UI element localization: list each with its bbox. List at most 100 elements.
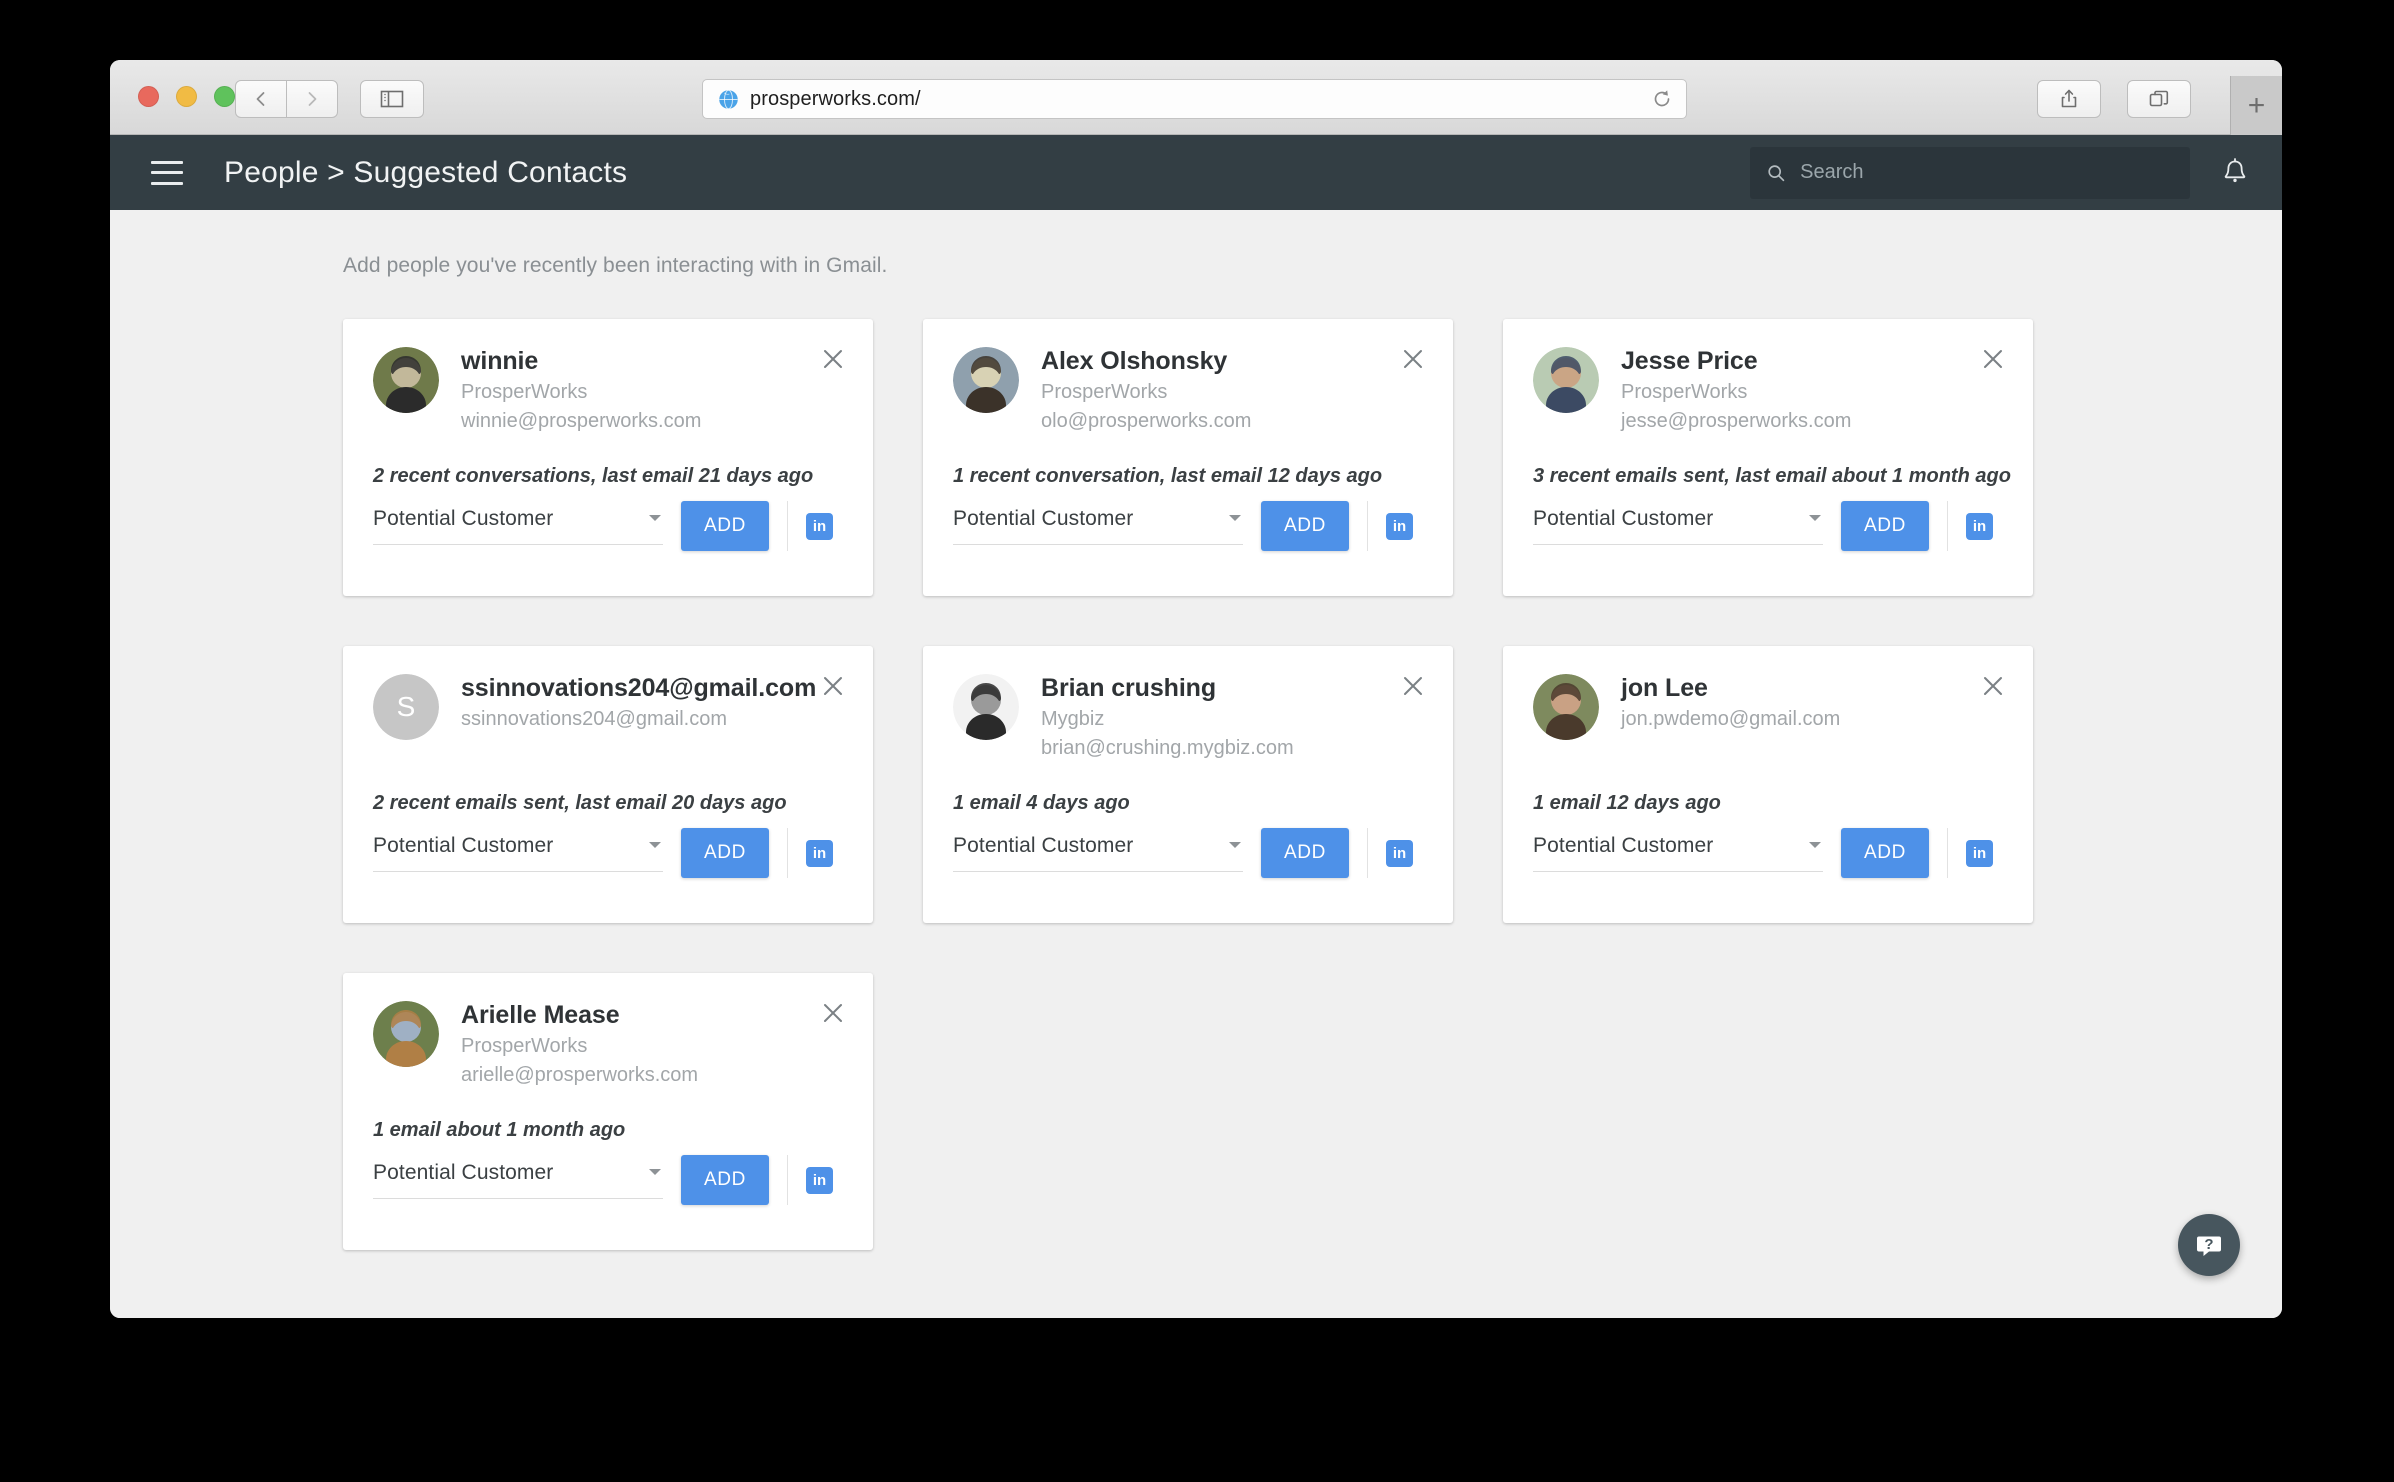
- close-icon: [824, 677, 842, 695]
- add-contact-button[interactable]: ADD: [1841, 501, 1929, 551]
- notifications-bell-icon[interactable]: [2220, 157, 2250, 189]
- contact-identity: Arielle Mease ProsperWorks arielle@prosper…: [461, 1001, 698, 1087]
- reload-button[interactable]: [1648, 85, 1676, 113]
- footer-divider: [1367, 828, 1368, 878]
- relationship-select[interactable]: Potential Customer: [1533, 507, 1823, 545]
- contact-name: winnie: [461, 347, 539, 375]
- card-header: jon Lee jon.pwdemo@gmail.com: [1533, 674, 2003, 740]
- relationship-select[interactable]: Potential Customer: [953, 834, 1243, 872]
- add-contact-button[interactable]: ADD: [1261, 828, 1349, 878]
- linkedin-icon[interactable]: in: [1386, 512, 1413, 540]
- contact-email: olo@prosperworks.com: [1041, 410, 1252, 432]
- relationship-select-value: Potential Customer: [1533, 834, 1714, 857]
- contact-identity: ssinnovations204@gmail.com ssinnovations2…: [461, 674, 816, 731]
- contact-identity: jon Lee jon.pwdemo@gmail.com: [1621, 674, 1840, 731]
- linkedin-icon[interactable]: in: [806, 1166, 833, 1194]
- linkedin-icon[interactable]: in: [806, 839, 833, 867]
- dismiss-card-button[interactable]: [1979, 672, 2007, 700]
- close-icon: [824, 1004, 842, 1022]
- contact-name: Brian crushing: [1041, 674, 1217, 702]
- add-contact-button[interactable]: ADD: [681, 501, 769, 551]
- forward-button[interactable]: [286, 80, 338, 118]
- card-header: Brian crushing Mygbiz brian@crushing.mygbi…: [953, 674, 1423, 760]
- contact-company: ProsperWorks: [461, 381, 588, 403]
- help-chat-icon: ?: [2197, 1236, 2221, 1256]
- dismiss-card-button[interactable]: [819, 999, 847, 1027]
- app-header: People > Suggested Contacts: [110, 135, 2282, 210]
- avatar: [1533, 347, 1599, 413]
- close-window-button[interactable]: [138, 86, 159, 107]
- close-icon: [1404, 677, 1422, 695]
- dismiss-card-button[interactable]: [819, 672, 847, 700]
- relationship-select[interactable]: Potential Customer: [373, 834, 663, 872]
- linkedin-icon[interactable]: in: [1386, 839, 1413, 867]
- footer-divider: [787, 1155, 788, 1205]
- new-tab-button[interactable]: +: [2230, 76, 2282, 135]
- activity-summary: 1 email 4 days ago: [953, 792, 1130, 814]
- relationship-select[interactable]: Potential Customer: [373, 1161, 663, 1199]
- help-button[interactable]: ?: [2178, 1214, 2240, 1276]
- avatar-photo-icon: [373, 347, 439, 413]
- share-button[interactable]: [2037, 80, 2101, 118]
- add-contact-button[interactable]: ADD: [1261, 501, 1349, 551]
- relationship-select[interactable]: Potential Customer: [1533, 834, 1823, 872]
- activity-summary: 2 recent conversations, last email 21 da…: [373, 465, 814, 487]
- relationship-select[interactable]: Potential Customer: [373, 507, 663, 545]
- avatar-photo-icon: [1533, 674, 1599, 740]
- card-header: winnie ProsperWorks winnie@prosperworks.co…: [373, 347, 843, 433]
- relationship-select[interactable]: Potential Customer: [953, 507, 1243, 545]
- contact-name: Arielle Mease: [461, 1001, 620, 1029]
- add-contact-button[interactable]: ADD: [681, 828, 769, 878]
- back-button[interactable]: [235, 80, 287, 118]
- header-right-controls: [1750, 135, 2250, 210]
- bell-icon: [2224, 157, 2246, 182]
- minimize-window-button[interactable]: [176, 86, 197, 107]
- close-icon: [1984, 677, 2002, 695]
- dismiss-card-button[interactable]: [1979, 345, 2007, 373]
- card-footer: Potential Customer ADD in: [373, 1155, 847, 1205]
- relationship-select-value: Potential Customer: [1533, 507, 1714, 530]
- dismiss-card-button[interactable]: [1399, 345, 1427, 373]
- url-bar[interactable]: prosperworks.com/: [702, 79, 1687, 119]
- add-contact-button[interactable]: ADD: [1841, 828, 1929, 878]
- linkedin-icon[interactable]: in: [806, 512, 833, 540]
- linkedin-icon[interactable]: in: [1966, 512, 1993, 540]
- close-icon: [824, 350, 842, 368]
- sidebar-toggle-button[interactable]: [360, 80, 424, 118]
- card-footer: Potential Customer ADD in: [373, 501, 847, 551]
- contact-company: ProsperWorks: [461, 1035, 588, 1057]
- card-header: Jesse Price ProsperWorks jesse@prosperwork…: [1533, 347, 2003, 433]
- contact-name: jon Lee: [1621, 674, 1708, 702]
- sidebar-icon: [380, 90, 404, 108]
- chevron-right-icon: [308, 92, 317, 106]
- dismiss-card-button[interactable]: [1399, 672, 1427, 700]
- search-icon: [1768, 164, 1785, 181]
- maximize-window-button[interactable]: [214, 86, 235, 107]
- footer-divider: [1367, 501, 1368, 551]
- contact-identity: Alex Olshonsky ProsperWorks olo@prosperwor…: [1041, 347, 1251, 433]
- dismiss-card-button[interactable]: [819, 345, 847, 373]
- contact-email: ssinnovations204@gmail.com: [461, 708, 727, 730]
- search-input[interactable]: [1800, 161, 2174, 184]
- contact-identity: winnie ProsperWorks winnie@prosperworks.co…: [461, 347, 701, 433]
- contact-identity: Jesse Price ProsperWorks jesse@prosperwork…: [1621, 347, 1851, 433]
- search-box[interactable]: [1750, 146, 2190, 199]
- footer-divider: [787, 828, 788, 878]
- relationship-select-value: Potential Customer: [953, 507, 1134, 530]
- add-contact-button[interactable]: ADD: [681, 1155, 769, 1205]
- card-footer: Potential Customer ADD in: [373, 828, 847, 878]
- contact-card: Alex Olshonsky ProsperWorks olo@prosperwor…: [923, 319, 1453, 596]
- activity-summary: 1 recent conversation, last email 12 day…: [953, 465, 1383, 487]
- activity-summary: 3 recent emails sent, last email about 1…: [1533, 465, 2011, 487]
- card-footer: Potential Customer ADD in: [953, 828, 1427, 878]
- contact-card: Brian crushing Mygbiz brian@crushing.mygbi…: [923, 646, 1453, 923]
- footer-divider: [1947, 501, 1948, 551]
- chevron-down-icon: [649, 842, 661, 848]
- avatar-photo-icon: [1533, 347, 1599, 413]
- hamburger-menu-icon[interactable]: [151, 160, 183, 185]
- linkedin-icon[interactable]: in: [1966, 839, 1993, 867]
- activity-summary: 1 email about 1 month ago: [373, 1119, 626, 1141]
- tab-overview-button[interactable]: [2127, 80, 2191, 118]
- avatar-initial: S: [373, 674, 439, 740]
- reload-icon: [1654, 90, 1670, 107]
